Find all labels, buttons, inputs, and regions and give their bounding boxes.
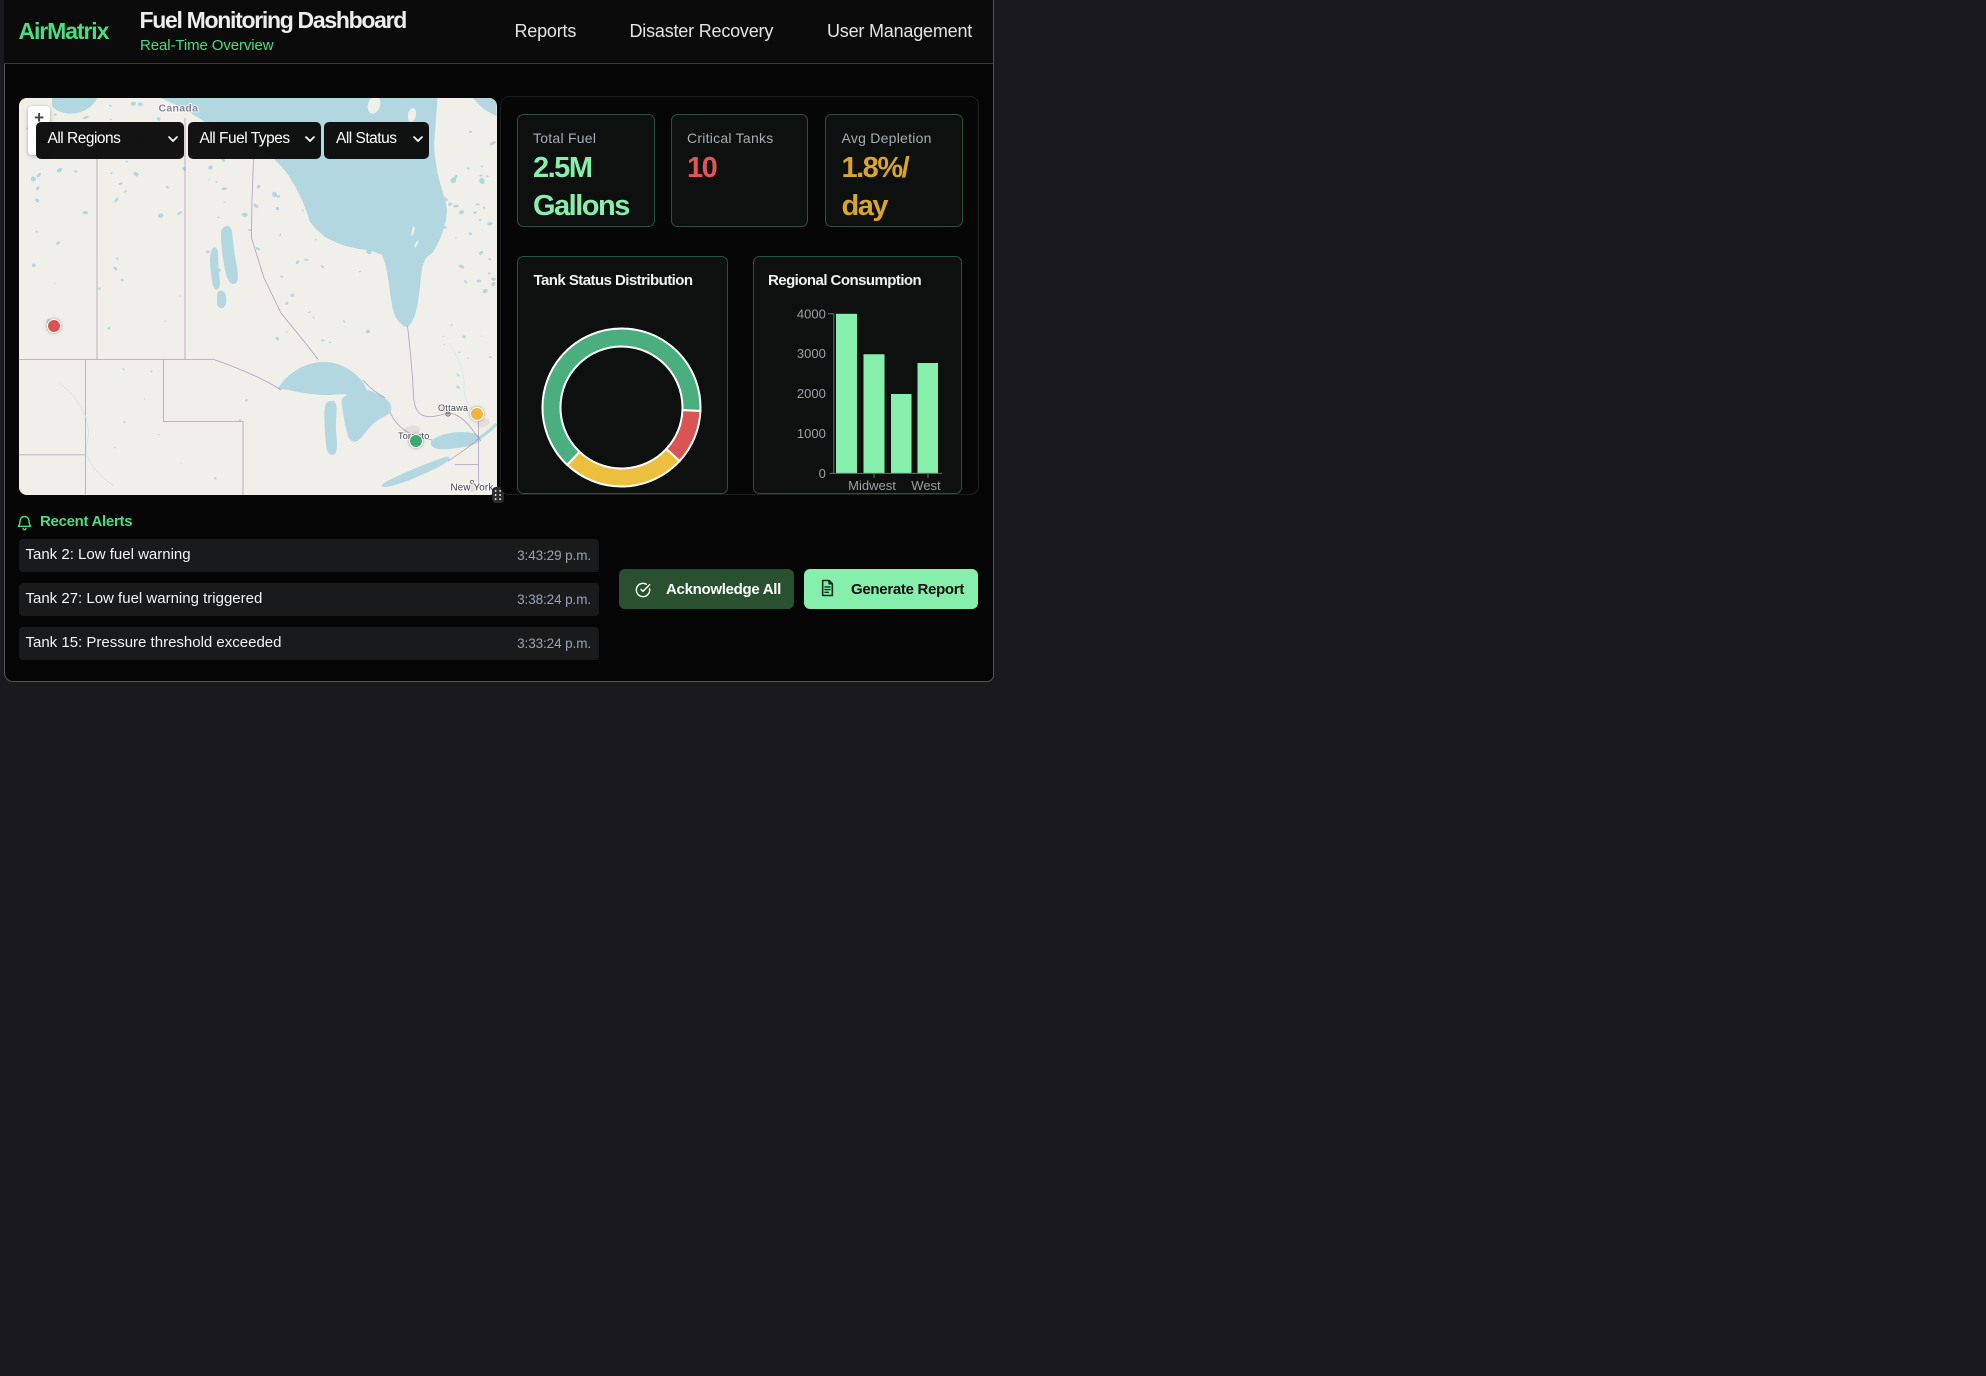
svg-text:New York: New York [451,482,494,493]
svg-text:Midwest: Midwest [848,478,896,492]
svg-text:Canada: Canada [159,102,199,114]
svg-text:3000: 3000 [796,346,825,361]
svg-text:4000: 4000 [796,306,825,321]
svg-text:1000: 1000 [796,426,825,441]
svg-text:2000: 2000 [796,386,825,401]
svg-text:0: 0 [818,465,825,480]
svg-text:West: West [911,478,941,492]
svg-text:Ottawa: Ottawa [438,403,468,413]
